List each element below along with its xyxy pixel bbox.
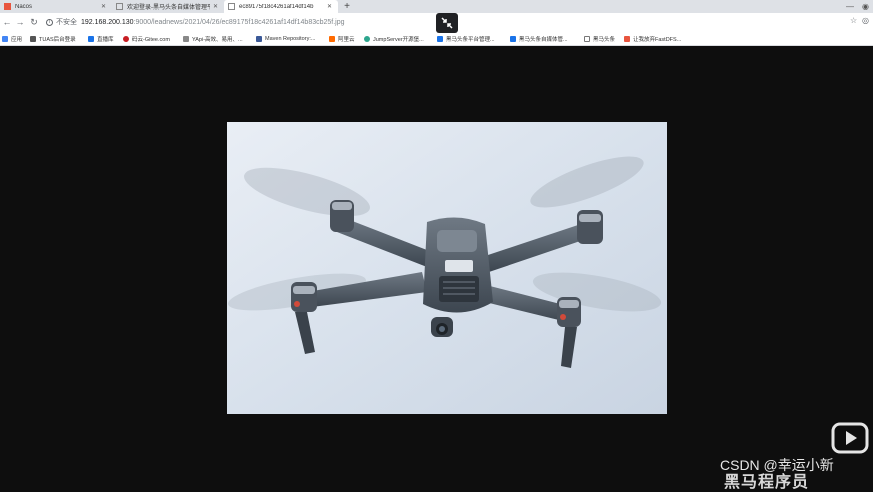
bookmark-icon [364,35,370,42]
tab-title: 欢迎登录-黑马头条自媒体管理平台 [127,5,210,11]
drone-image [227,122,667,414]
bookmark-item[interactable]: JumpServer开源堡... [364,31,424,46]
url-path: :9000/leadnews/2021/04/26/ec89175f18c426… [133,18,345,26]
forward-button[interactable]: → [13,13,27,31]
bookmark-label: JumpServer开源堡... [373,36,424,43]
bookmark-item[interactable]: 黑马头条平台管理... [437,31,495,46]
new-tab-button[interactable]: + [341,0,353,13]
tab-image[interactable]: ec89175f18c4261af14df14b ✕ [224,0,338,13]
tab-nacos[interactable]: Nacos ✕ [0,0,112,13]
bookmark-label: TUAS后台登录 [39,36,76,43]
exit-fullscreen-button[interactable] [436,13,458,33]
bookmark-item[interactable]: 阿里云 [329,31,355,46]
bookmark-item[interactable]: 直播库 [88,31,114,46]
url-host: 192.168.200.130 [81,18,134,26]
info-icon[interactable]: i [46,18,53,26]
extension-icon[interactable]: ◎ [862,16,869,25]
bookmark-label: 黑马头条平台管理... [446,36,495,43]
bookmark-icon [30,35,36,42]
aliyun-icon [329,35,335,42]
shield-icon [437,35,443,42]
bookmark-label: YApi-高效、易用、... [192,36,243,43]
gitee-icon [123,35,129,42]
bookmark-label: 应用 [11,36,23,43]
bookmark-label: 黑马头条 [593,36,616,43]
page-favicon-icon [116,3,123,10]
bookmark-icon [256,35,262,42]
back-button[interactable]: ← [0,13,14,31]
tab-login[interactable]: 欢迎登录-黑马头条自媒体管理平台 ✕ [112,0,224,13]
close-icon[interactable]: ✕ [101,3,106,10]
bookmark-icon [624,35,630,42]
bookmark-label: 让我放弃FastDFS... [633,36,682,43]
bookmark-icon [88,35,94,42]
collapse-arrows-icon [441,17,453,29]
bookmark-star-icon[interactable]: ☆ [850,16,857,25]
bookmark-icon [183,35,189,42]
page-icon [584,35,590,42]
bookmark-item[interactable]: 黑马头条自媒体管... [510,31,568,46]
bookmark-item[interactable]: YApi-高效、易用、... [183,31,243,46]
nacos-favicon-icon [4,3,11,10]
reload-button[interactable]: ↻ [27,13,41,31]
minimize-icon[interactable]: — [846,0,854,13]
security-label: 不安全 [56,19,77,26]
bookmark-item[interactable]: 黑马头条 [584,31,615,46]
apps-grid-icon [2,35,8,42]
bookmark-apps[interactable]: 应用 [2,31,22,46]
bookmark-label: 直播库 [97,36,114,43]
bookmark-item[interactable]: 码云-Gitee.com [123,31,170,46]
bookmark-item[interactable]: 让我放弃FastDFS... [624,31,681,46]
bookmark-label: 黑马头条自媒体管... [519,36,568,43]
tab-title: ec89175f18c4261af14df14b [239,3,314,10]
page-favicon-icon [228,3,235,10]
close-icon[interactable]: ✕ [213,3,218,10]
account-icon[interactable]: ◉ [862,0,869,13]
bookmark-item[interactable]: Maven Repository:... [256,31,315,46]
tab-title: Nacos [15,3,33,10]
bilibili-play-icon [831,422,869,454]
close-icon[interactable]: ✕ [327,3,332,10]
bookmark-label: Maven Repository:... [265,35,316,42]
brand-watermark: 黑马程序员 [724,474,810,491]
bookmark-item[interactable]: TUAS后台登录 [30,31,76,46]
shield-icon [510,35,516,42]
bookmark-label: 阿里云 [338,36,355,43]
bookmark-label: 码云-Gitee.com [132,36,170,43]
